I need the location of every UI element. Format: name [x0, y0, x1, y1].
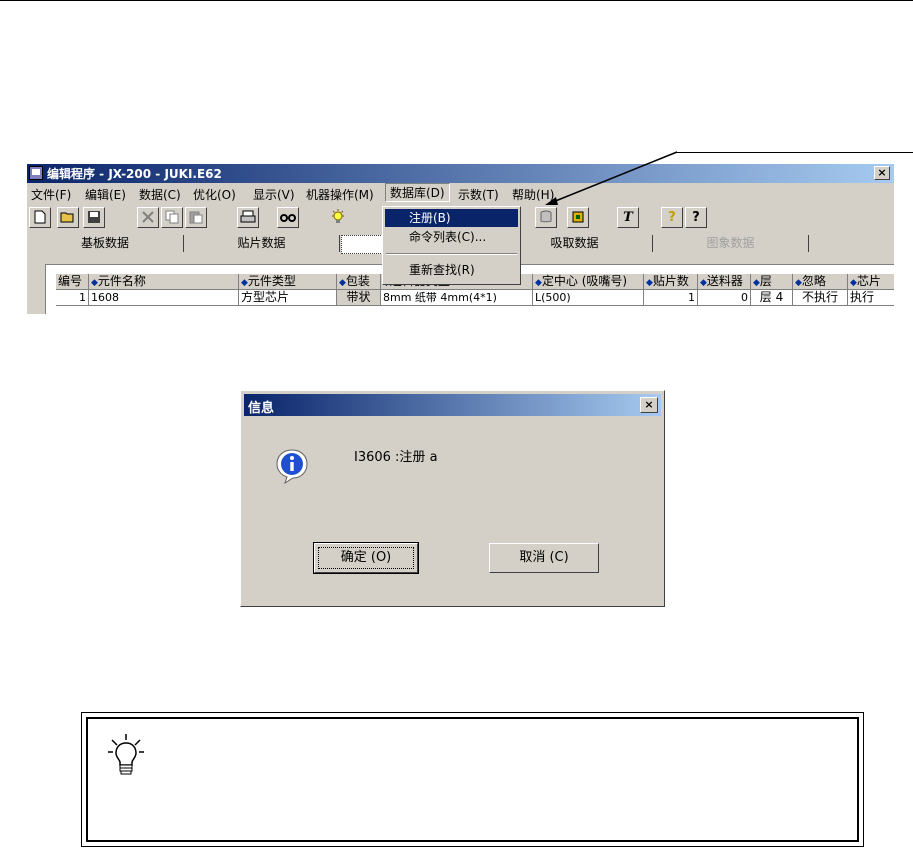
bulb-icon[interactable]	[327, 207, 349, 228]
column-header-label: 元件名称	[97, 274, 146, 288]
ok-button[interactable]: 确定 (O)	[313, 542, 419, 574]
grid-cell[interactable]: 方型芯片	[239, 290, 337, 306]
database-menu-dropdown: 注册(B) 命令列表(C)... 重新查找(R)	[382, 206, 521, 285]
app-icon	[29, 166, 43, 180]
tab-component-data[interactable]	[341, 235, 383, 254]
column-header[interactable]: ◆包装	[337, 274, 381, 290]
text-icon[interactable]: T	[617, 207, 639, 228]
cancel-button[interactable]: 取消 (C)	[489, 543, 599, 573]
page-rule	[0, 0, 913, 1]
grid-cell[interactable]: 1608	[89, 290, 239, 306]
grid-cell[interactable]: L(500)	[533, 290, 644, 306]
sort-icon: ◆	[753, 278, 760, 288]
column-header[interactable]: ◆贴片数	[644, 274, 698, 290]
sort-icon: ◆	[339, 278, 346, 288]
grid-cell[interactable]: 不执行	[793, 290, 848, 306]
menu-item-research[interactable]: 重新查找(R)	[385, 261, 518, 279]
paste-icon[interactable]	[185, 207, 207, 228]
menu-view[interactable]: 显示(V)	[253, 186, 295, 203]
column-header-label: 定中心 (吸嘴号)	[541, 274, 628, 288]
save-icon[interactable]	[83, 207, 105, 228]
tab-image-data[interactable]: 图象数据	[653, 235, 809, 252]
sort-icon: ◆	[535, 278, 542, 288]
menu-bar: 文件(F) 编辑(E) 数据(C) 优化(O) 显示(V) 机器操作(M) 数据…	[27, 183, 894, 202]
column-header[interactable]: ◆定中心 (吸嘴号)	[533, 274, 644, 290]
menu-item-command-list[interactable]: 命令列表(C)...	[385, 228, 518, 246]
menu-data[interactable]: 数据(C)	[139, 186, 181, 203]
menu-teach[interactable]: 示数(T)	[458, 186, 499, 203]
menu-machine-operation[interactable]: 机器操作(M)	[306, 186, 374, 203]
grid-cell[interactable]: 层 4	[751, 290, 793, 306]
dialog-close-button[interactable]: ×	[640, 397, 658, 413]
context-help-icon[interactable]: ?	[685, 207, 707, 228]
library-icon[interactable]	[535, 207, 557, 228]
column-header[interactable]: 编号	[56, 274, 89, 290]
window-titlebar: 编辑程序 - JX-200 - JUKI.E62 ×	[27, 164, 894, 183]
grid-cell[interactable]: 执行	[848, 290, 894, 306]
menu-help[interactable]: 帮助(H)	[512, 186, 554, 203]
menu-file[interactable]: 文件(F)	[31, 186, 71, 203]
column-header-label: 编号	[58, 274, 83, 288]
grid-cell[interactable]: 带状	[337, 290, 381, 306]
new-icon[interactable]	[29, 207, 51, 228]
menu-optimize[interactable]: 优化(O)	[193, 186, 236, 203]
dialog-message: I3606 :注册 a	[354, 450, 438, 465]
column-header-label: 包装	[345, 274, 370, 288]
sort-icon: ◆	[241, 278, 248, 288]
grid-cell[interactable]: 1	[644, 290, 698, 306]
column-header-label: 忽略	[801, 274, 826, 288]
window-title: 编辑程序 - JX-200 - JUKI.E62	[47, 167, 222, 181]
tab-placement-data[interactable]: 贴片数据	[184, 235, 340, 252]
menu-item-register[interactable]: 注册(B)	[385, 209, 518, 227]
column-header[interactable]: ◆送料器	[698, 274, 751, 290]
column-header-label: 层	[759, 274, 772, 288]
sort-icon: ◆	[795, 278, 802, 288]
dialog-titlebar: 信息 ×	[244, 394, 661, 416]
cancel-button-label: 取消 (C)	[519, 550, 569, 565]
column-header-label: 送料器	[706, 274, 743, 288]
delete-icon[interactable]	[137, 207, 159, 228]
grid-cell[interactable]: 1	[56, 290, 89, 306]
column-header[interactable]: ◆忽略	[793, 274, 848, 290]
dialog-title: 信息	[248, 401, 275, 416]
sort-icon: ◆	[700, 278, 707, 288]
column-header[interactable]: ◆元件类型	[239, 274, 337, 290]
menu-database[interactable]: 数据库(D)	[385, 183, 450, 202]
tab-board-data[interactable]: 基板数据	[27, 235, 184, 252]
copy-icon[interactable]	[161, 207, 183, 228]
sort-icon: ◆	[91, 278, 98, 288]
help-icon[interactable]: ?	[661, 207, 683, 228]
column-header-label: 元件类型	[247, 274, 296, 288]
menu-edit[interactable]: 编辑(E)	[85, 186, 126, 203]
print-icon[interactable]	[237, 207, 259, 228]
menu-separator	[386, 253, 517, 255]
lightbulb-icon	[108, 734, 144, 775]
note-box-inner	[86, 717, 859, 842]
column-header[interactable]: ◆层	[751, 274, 793, 290]
sort-icon: ◆	[850, 278, 857, 288]
find-icon[interactable]	[277, 207, 299, 228]
window-close-button[interactable]: ×	[874, 166, 890, 180]
ok-button-label: 确定 (O)	[340, 550, 392, 565]
open-icon[interactable]	[57, 207, 79, 228]
callout-line	[677, 152, 913, 153]
chip-icon[interactable]	[567, 207, 589, 228]
sort-icon: ◆	[646, 278, 653, 288]
column-header[interactable]: ◆元件名称	[89, 274, 239, 290]
column-header-label: 芯片	[856, 274, 881, 288]
grid-cell[interactable]: 8mm 纸带 4mm(4*1)	[381, 290, 533, 306]
note-box	[81, 712, 864, 847]
info-icon	[276, 449, 308, 484]
info-dialog: 信息 × I3606 :注册 a 确定 (O) 取消 (C)	[240, 390, 665, 607]
column-header-label: 贴片数	[652, 274, 689, 288]
grid-cell[interactable]: 0	[698, 290, 751, 306]
column-header[interactable]: ◆芯片	[848, 274, 894, 290]
